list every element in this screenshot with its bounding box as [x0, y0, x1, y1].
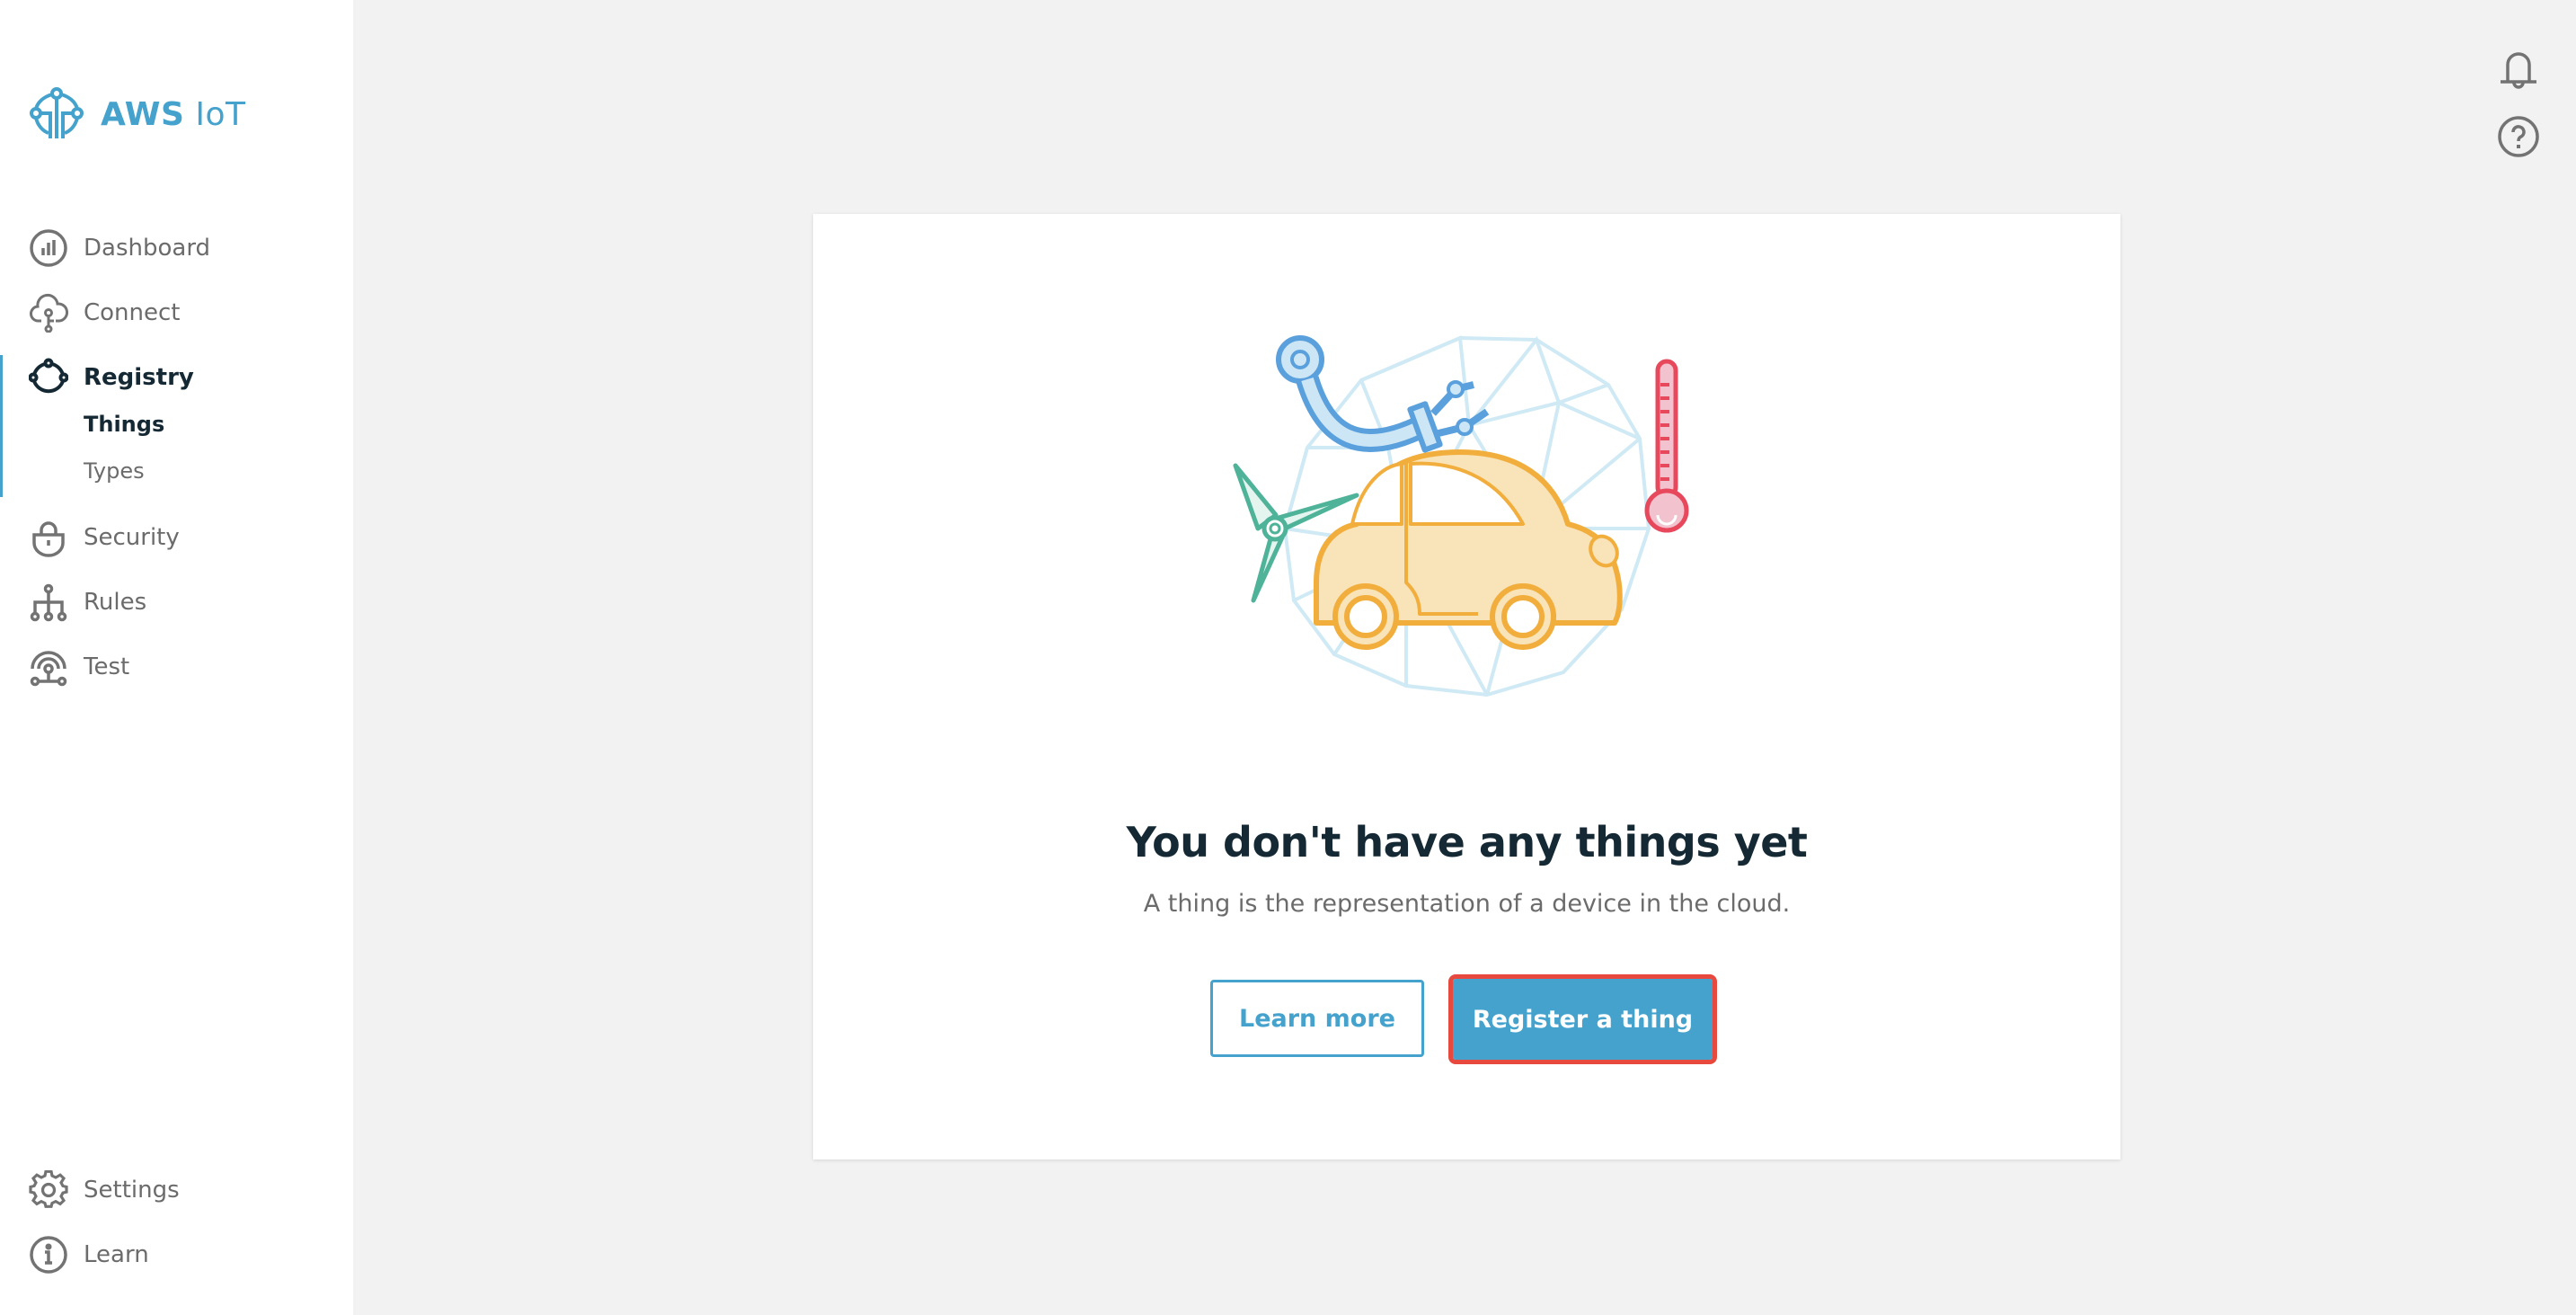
help-icon	[2498, 116, 2539, 157]
dashboard-icon	[29, 228, 68, 268]
sidebar-item-label: Rules	[84, 589, 147, 616]
brand-aws: AWS	[101, 95, 185, 133]
sidebar-item-learn[interactable]: Learn	[29, 1235, 149, 1275]
sidebar-item-dashboard[interactable]: Dashboard	[29, 228, 210, 268]
sidebar-subitem-things[interactable]: Things	[84, 412, 164, 437]
sidebar-item-connect[interactable]: Connect	[29, 293, 181, 333]
bell-icon	[2501, 52, 2536, 89]
sidebar-item-rules[interactable]: Rules	[29, 582, 146, 622]
empty-state-subtitle: A thing is the representation of a devic…	[1143, 890, 1791, 918]
help-button[interactable]	[2497, 115, 2540, 158]
sidebar-item-label: Dashboard	[84, 235, 211, 262]
sidebar-item-label: Connect	[84, 299, 181, 326]
sidebar-item-label: Security	[84, 524, 180, 551]
aws-iot-logo-icon	[30, 87, 84, 138]
sidebar-subitem-types[interactable]: Types	[84, 458, 145, 484]
test-signal-icon	[29, 647, 68, 687]
brand-name: AWS IoT	[101, 96, 245, 133]
sidebar-item-settings[interactable]: Settings	[29, 1170, 180, 1210]
empty-state-card: You don't have any things yet A thing is…	[813, 214, 2120, 1160]
thermometer-graphic	[1644, 359, 1689, 533]
iot-devices-illustration	[1233, 335, 1689, 697]
brand-iot: IoT	[195, 95, 246, 133]
info-icon	[29, 1235, 68, 1275]
sidebar-item-registry[interactable]: Registry	[29, 358, 194, 397]
sidebar-item-security[interactable]: Security	[29, 518, 180, 557]
cloud-connect-icon	[29, 293, 68, 333]
notifications-button[interactable]	[2497, 49, 2540, 93]
empty-state-title: You don't have any things yet	[1126, 818, 1808, 866]
sidebar-item-label: Registry	[84, 364, 194, 391]
car-graphic	[1314, 449, 1623, 650]
sidebar-item-label: Learn	[84, 1241, 149, 1268]
sidebar: AWS IoT Dashboard Connect Registry Thing…	[0, 0, 353, 1315]
learn-more-button[interactable]: Learn more	[1210, 980, 1424, 1057]
registry-icon	[29, 358, 68, 397]
sidebar-item-test[interactable]: Test	[29, 647, 129, 687]
active-section-indicator	[0, 355, 3, 497]
aws-iot-logo-link[interactable]: AWS IoT	[29, 86, 245, 142]
gear-icon	[29, 1170, 68, 1210]
register-a-thing-button[interactable]: Register a thing	[1448, 974, 1717, 1064]
empty-state-actions: Learn more Register a thing	[813, 974, 2120, 1066]
sidebar-item-label: Settings	[84, 1177, 180, 1204]
robotic-arm-graphic	[1276, 335, 1490, 453]
rules-tree-icon	[29, 582, 68, 622]
lock-icon	[29, 518, 68, 557]
sidebar-item-label: Test	[84, 653, 130, 680]
